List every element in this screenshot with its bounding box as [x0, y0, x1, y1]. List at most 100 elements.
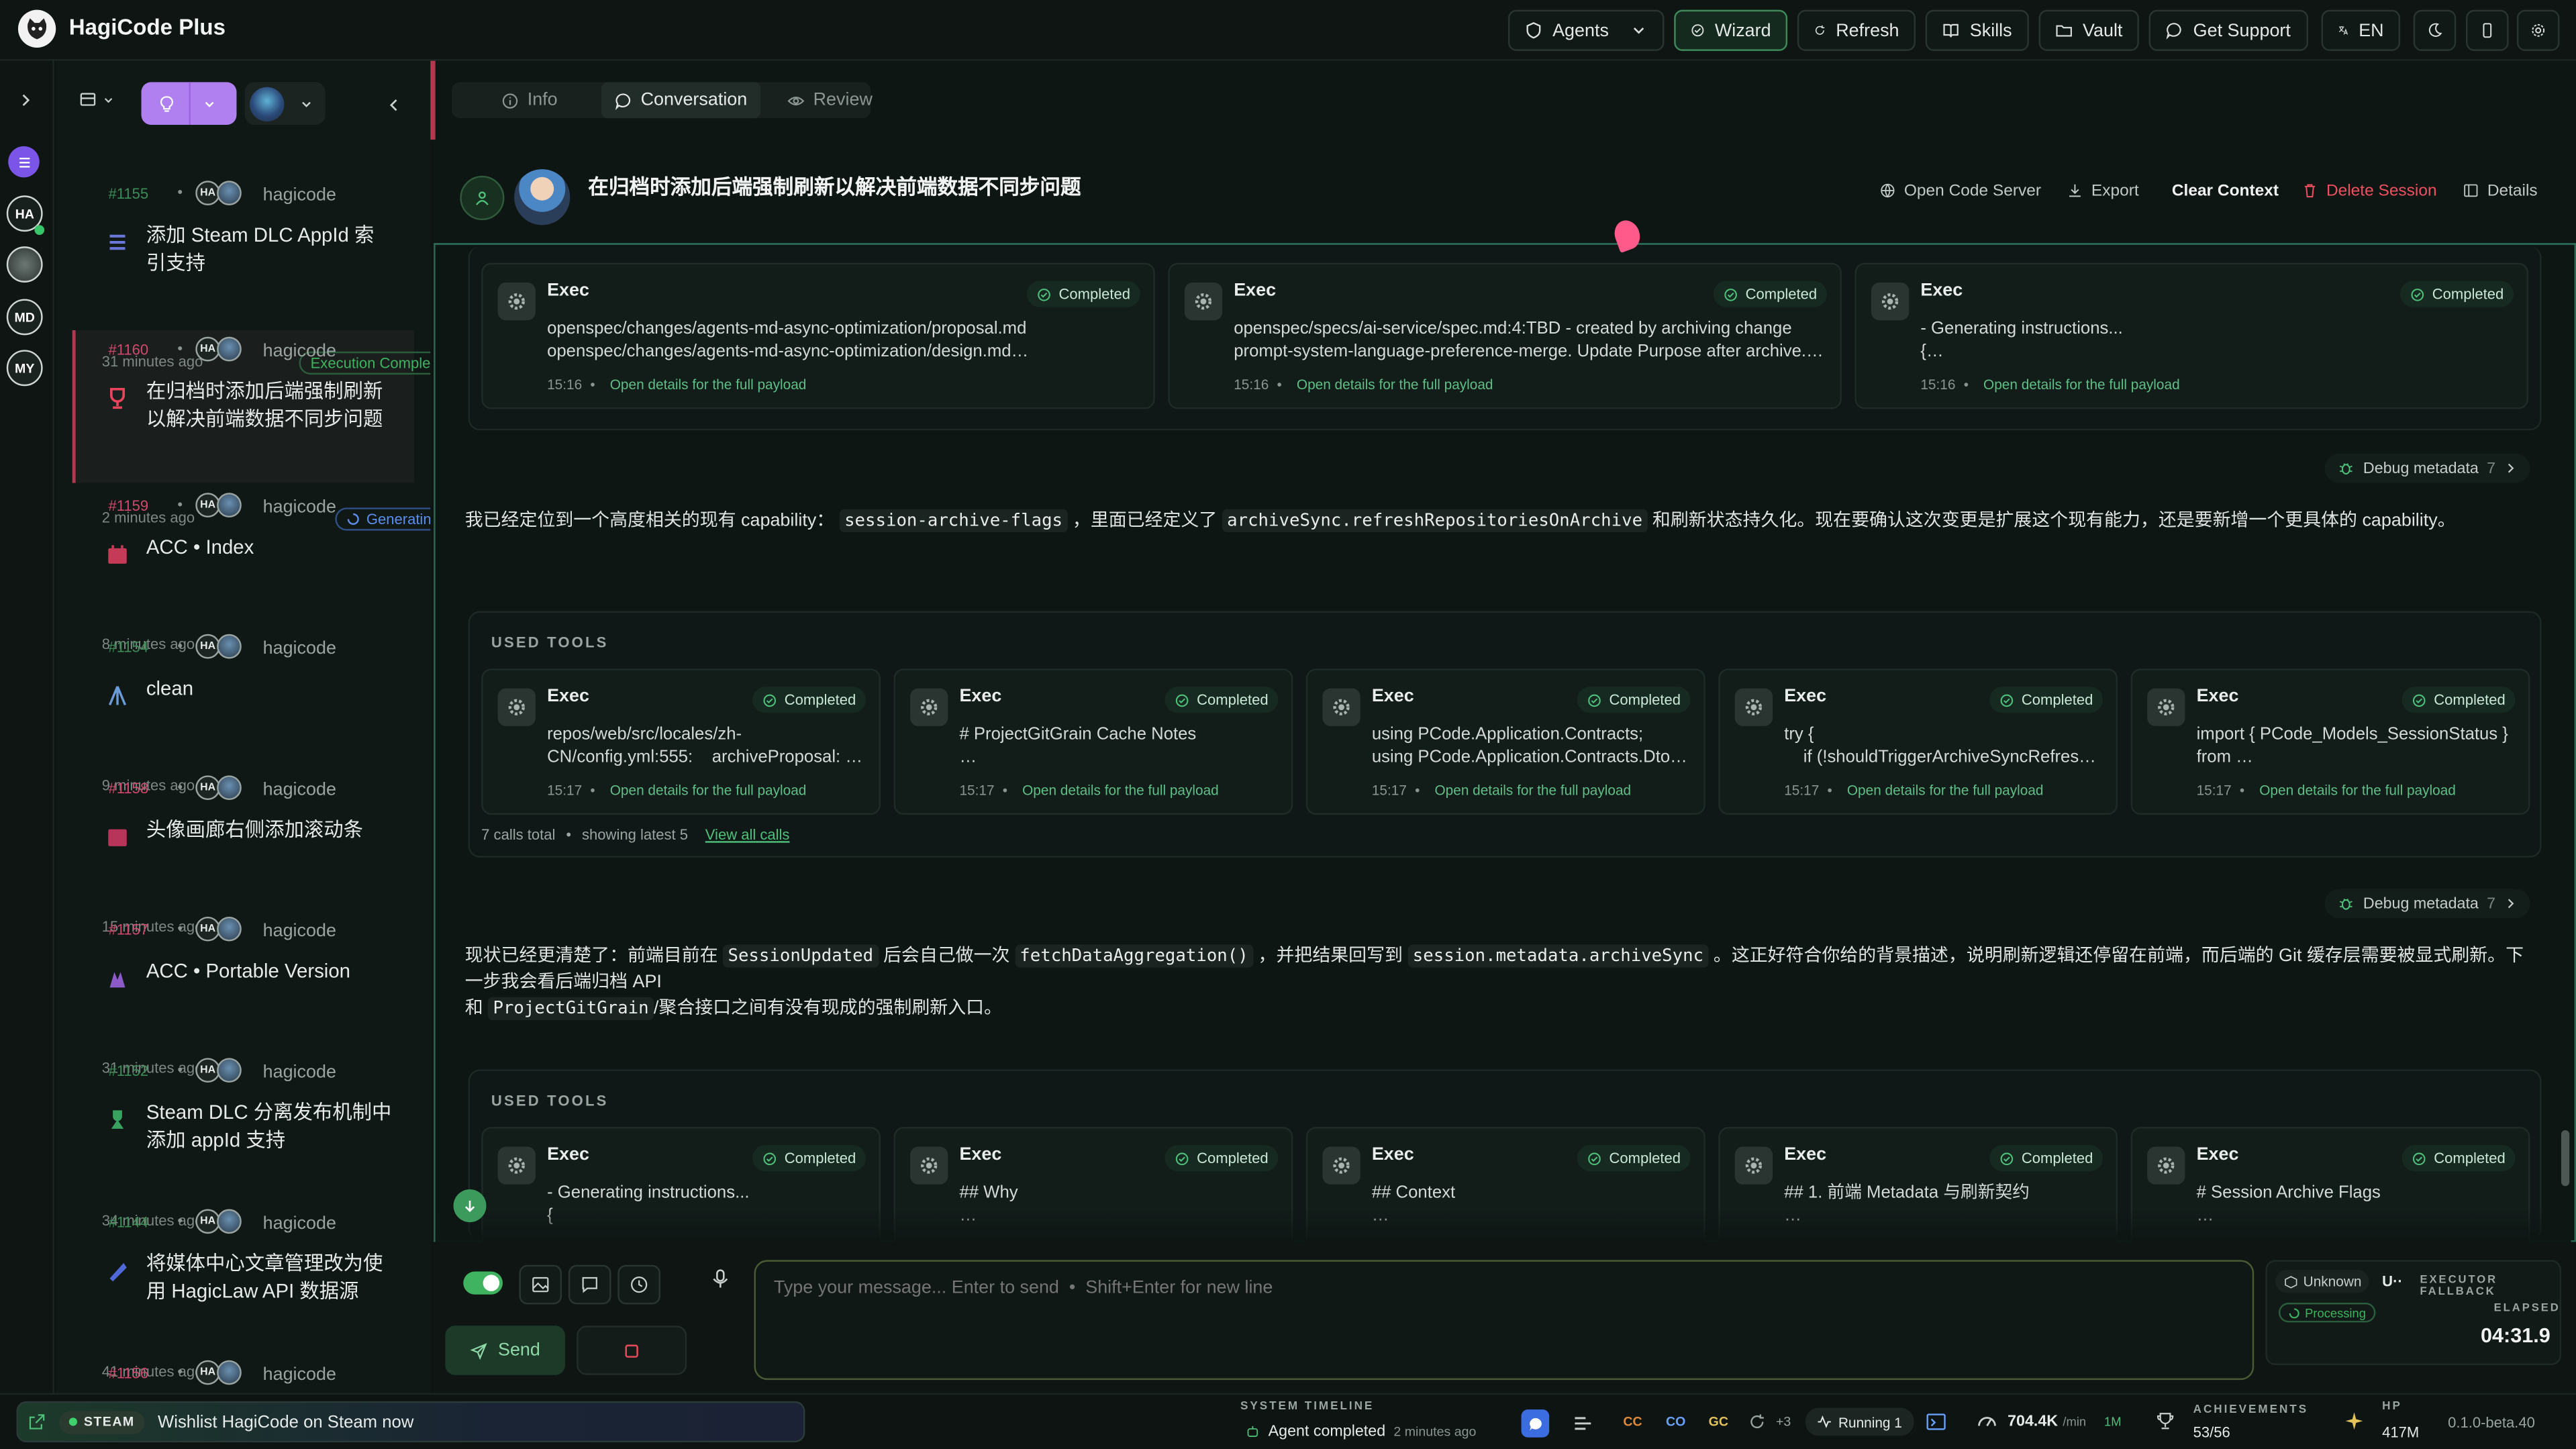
collapse-sidebar-icon[interactable] [386, 97, 402, 113]
settings-button[interactable] [2516, 9, 2560, 51]
user-avatar[interactable] [460, 175, 505, 220]
tool-card-body: ## Context … [1372, 1181, 1687, 1230]
tool-call-card[interactable]: Exec Completed try { if (!shouldTriggerA… [1718, 668, 2118, 815]
skills-button[interactable]: Skills [1925, 9, 2029, 51]
gauge-icon [1978, 1417, 1996, 1427]
get-support-button[interactable]: Get Support [2148, 9, 2309, 51]
agent-avatar[interactable] [514, 169, 571, 226]
details-button[interactable]: Details [2463, 179, 2538, 202]
session-avatars: HA [195, 336, 242, 362]
view-tabs: Info Conversation Review [452, 82, 873, 119]
vault-button[interactable]: Vault [2038, 9, 2139, 51]
open-details-link[interactable]: Open details for the full payload [610, 782, 807, 798]
tool-call-card[interactable]: Exec Completed - Generating instructions… [1854, 262, 2529, 409]
tab-info[interactable]: Info [488, 82, 571, 118]
stop-button[interactable] [577, 1326, 687, 1375]
idea-mode-button[interactable] [141, 82, 237, 126]
auto-mode-toggle[interactable] [463, 1271, 503, 1295]
tool-call-card[interactable]: Exec Completed openspec/changes/agents-m… [481, 262, 1155, 409]
session-avatars: HA [195, 1058, 242, 1083]
workflow-icon[interactable] [1572, 1413, 1593, 1434]
tool-card-body: # ProjectGitGrain Cache Notes … [959, 723, 1275, 772]
hp-label: HP [2382, 1401, 2402, 1413]
tool-card-line-2: … [1784, 1205, 1801, 1226]
timeline-event[interactable]: Agent completed 2 minutes ago [1245, 1423, 1476, 1441]
open-details-link[interactable]: Open details for the full payload [1983, 377, 2180, 393]
check-circle-icon [1589, 1152, 1601, 1164]
tab-conversation[interactable]: Conversation [601, 82, 760, 119]
project-rail: HA MD MY [0, 60, 54, 1393]
terminal-icon[interactable] [1926, 1411, 1947, 1433]
attach-image-button[interactable] [519, 1264, 562, 1305]
sparkle-icon [2345, 1412, 2363, 1430]
steam-banner[interactable]: STEAM Wishlist HagiCode on Steam now [16, 1401, 805, 1443]
tool-card-line-2: from … [2196, 747, 2253, 768]
tool-call-card[interactable]: Exec Completed openspec/specs/ai-service… [1168, 262, 1842, 409]
rail-project-md[interactable]: MD [6, 299, 43, 336]
app-logo[interactable] [17, 9, 56, 48]
completed-label: Completed [2434, 1150, 2506, 1166]
refresh-button[interactable]: Refresh [1797, 9, 1916, 51]
open-details-link[interactable]: Open details for the full payload [1434, 782, 1631, 798]
trophy-icon[interactable] [2155, 1411, 2175, 1431]
scroll-to-bottom-button[interactable] [453, 1189, 487, 1223]
tool-call-card[interactable]: Exec Completed repos/web/src/locales/zh-… [481, 668, 881, 815]
completed-badge: Completed [2402, 687, 2516, 713]
gear-icon [910, 1146, 948, 1185]
message-input[interactable] [754, 1260, 2255, 1381]
timeline-event-text: Agent completed [1268, 1422, 1386, 1441]
language-button[interactable]: EN [2321, 9, 2401, 51]
open-details-link[interactable]: Open details for the full payload [610, 377, 807, 393]
tool-card-time: 15:16 [1234, 376, 1269, 393]
steam-label: STEAM [83, 1414, 135, 1430]
more-agents-count[interactable]: +3 [1776, 1414, 1791, 1429]
session-id: #1155 [108, 185, 149, 203]
rail-project-my[interactable]: MY [6, 350, 43, 387]
tool-call-card[interactable]: Exec Completed using PCode.Application.C… [1305, 668, 1705, 815]
tool-card-footer: 15:16 • Open details for the full payload [547, 376, 807, 393]
rail-project-avatar[interactable] [6, 246, 43, 283]
wizard-button[interactable]: Wizard [1674, 9, 1788, 51]
elapsed-label: ELAPSED [2493, 1303, 2561, 1315]
tab-review[interactable]: Review [774, 82, 886, 118]
delete-session-button[interactable]: Delete Session [2301, 179, 2437, 202]
comment-button[interactable] [568, 1264, 611, 1305]
open-details-link[interactable]: Open details for the full payload [1297, 377, 1493, 393]
mobile-view-button[interactable] [2465, 9, 2509, 51]
agent-gc-badge[interactable]: GC [1709, 1414, 1728, 1429]
rail-list-icon[interactable] [8, 146, 40, 178]
session-title: ACC • Index [146, 535, 254, 559]
completed-label: Completed [784, 691, 856, 708]
session-id: #1154 [108, 639, 149, 656]
expand-rail-icon[interactable] [18, 92, 34, 108]
agents-dropdown[interactable]: Agents [1507, 9, 1665, 51]
open-details-link[interactable]: Open details for the full payload [1847, 782, 2044, 798]
chat-app-icon[interactable] [1521, 1409, 1550, 1438]
agent-co-badge[interactable]: CO [1666, 1414, 1685, 1429]
history-button[interactable] [617, 1264, 660, 1305]
open-details-link[interactable]: Open details for the full payload [2259, 782, 2456, 798]
open-code-server-button[interactable]: Open Code Server [1879, 179, 2041, 202]
clear-context-button[interactable]: Clear Context [2172, 179, 2279, 202]
open-details-link[interactable]: Open details for the full payload [1022, 782, 1219, 798]
running-badge[interactable]: Running 1 [1805, 1407, 1914, 1436]
theme-toggle-button[interactable] [2413, 9, 2457, 51]
tool-card-line-2: … [959, 1205, 977, 1226]
check-circle-icon [2414, 1152, 2426, 1164]
details-label: Details [2487, 181, 2538, 200]
vault-label: Vault [2083, 20, 2123, 40]
status-badge: Generating [335, 507, 431, 531]
achievements-label: ACHIEVEMENTS [2193, 1404, 2309, 1416]
arrow-down-icon [465, 1200, 475, 1213]
layout-toggle[interactable] [79, 91, 115, 109]
send-button[interactable]: Send [445, 1326, 566, 1375]
sync-icon[interactable] [1748, 1413, 1766, 1431]
microphone-icon[interactable] [709, 1268, 731, 1290]
tool-call-card[interactable]: Exec Completed import { PCode_Models_Ses… [2130, 668, 2530, 815]
tool-call-card[interactable]: Exec Completed # ProjectGitGrain Cache N… [893, 668, 1293, 815]
agents-label: Agents [1552, 20, 1609, 40]
agent-cc-badge[interactable]: CC [1623, 1414, 1642, 1429]
tool-card-body: # Session Archive Flags … [2197, 1181, 2512, 1230]
export-button[interactable]: Export [2067, 179, 2139, 202]
agent-avatar-dropdown[interactable] [244, 82, 326, 126]
